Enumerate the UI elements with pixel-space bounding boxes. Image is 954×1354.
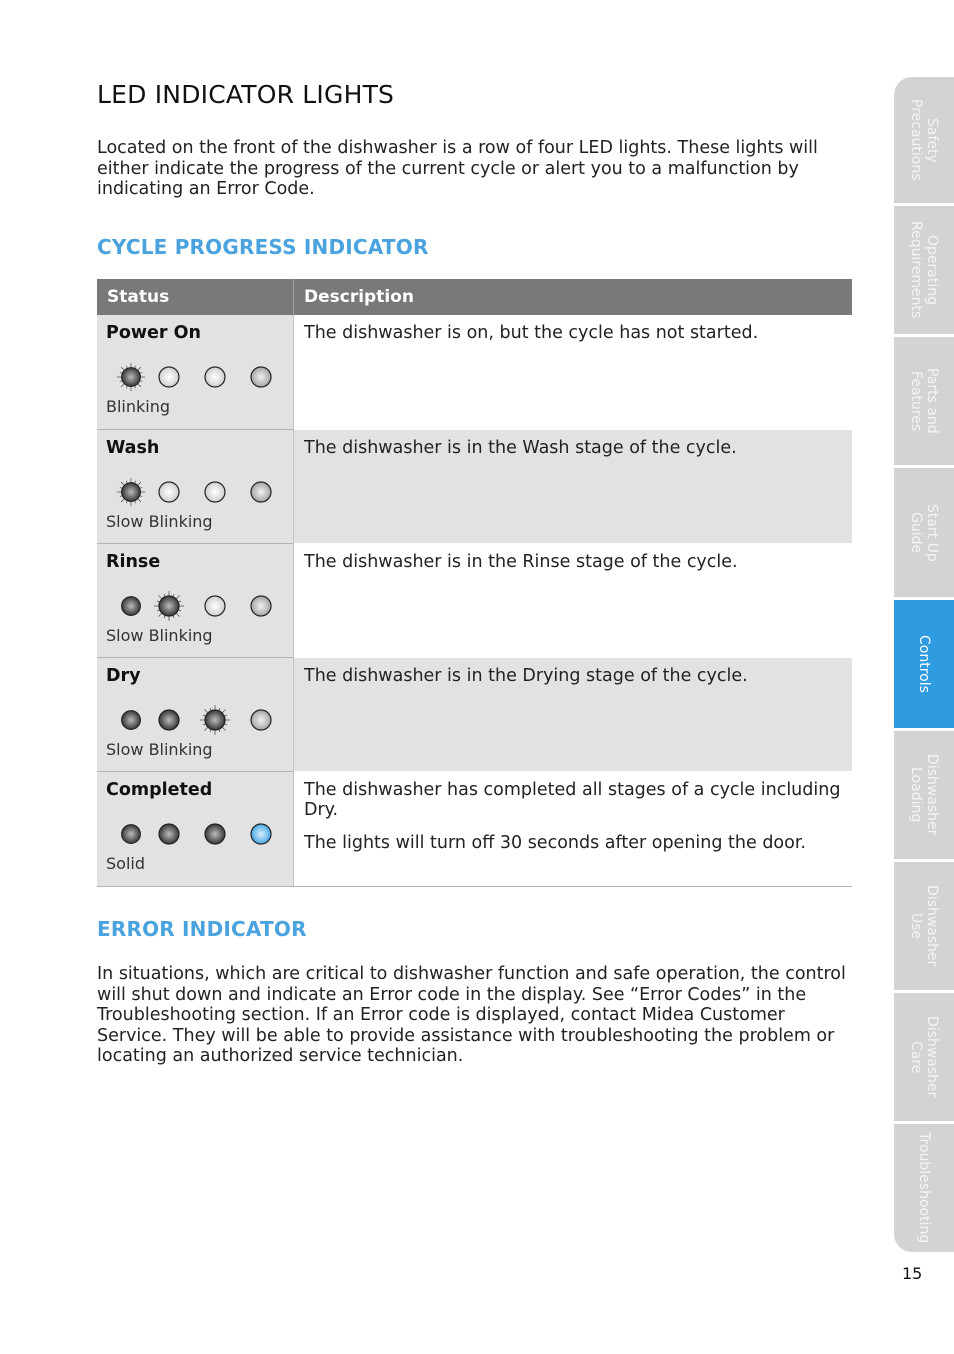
status-name: Power On — [106, 323, 201, 343]
tab-label: Dishwasher Loading — [908, 754, 940, 836]
led-mode-label: Blinking — [106, 397, 171, 416]
led-on-icon — [106, 822, 146, 846]
status-name: Rinse — [106, 551, 161, 572]
intro-paragraph: Located on the front of the dishwasher i… — [97, 138, 818, 199]
led-mode-label: Slow Blinking — [106, 739, 213, 759]
column-header-description: Description — [293, 279, 852, 315]
led-on-icon — [106, 708, 146, 732]
table-row: Power On Blinking The dishwasher is on, bu… — [97, 315, 852, 430]
led-on-icon — [146, 822, 192, 846]
tab-operating-requirements[interactable]: Operating Requirements — [894, 206, 954, 334]
status-cell: Power On Blinking — [97, 315, 294, 430]
led-on-icon — [106, 594, 146, 618]
led-off-icon — [238, 708, 284, 732]
led-on-icon — [146, 708, 192, 732]
led-row — [106, 590, 284, 621]
tab-dishwasher-loading[interactable]: Dishwasher Loading — [894, 731, 954, 859]
description-text: The dishwasher is on, but the cycle has … — [304, 323, 759, 343]
column-header-status: Status — [97, 279, 294, 315]
description-text: The lights will turn off 30 seconds afte… — [304, 832, 806, 853]
table-row: Completed Solid The dishwasher has complet… — [97, 771, 852, 887]
description-cell: The dishwasher is in the Drying stage of… — [293, 657, 852, 772]
tab-label: Safety Precautions — [908, 99, 940, 181]
cycle-progress-heading: CYCLE PROGRESS INDICATOR — [97, 235, 429, 259]
status-cell: Dry Slow Blinking — [97, 657, 294, 772]
status-name: Dry — [106, 665, 141, 686]
section-tabs: Safety Precautions Operating Requirements… — [894, 77, 954, 1255]
tab-label: Troubleshooting — [916, 1132, 932, 1244]
tab-start-up-guide[interactable]: Start Up Guide — [894, 468, 954, 597]
led-blue-icon — [238, 822, 284, 846]
description-cell: The dishwasher has completed all stages … — [293, 771, 852, 887]
led-mode-label: Slow Blinking — [106, 625, 213, 645]
status-cell: Rinse Slow Blinking — [97, 543, 294, 658]
table-header-row: Status Description — [97, 279, 852, 315]
tab-troubleshooting[interactable]: Troubleshooting — [894, 1124, 954, 1252]
led-mode-label: Solid — [106, 853, 145, 873]
description-cell: The dishwasher is on, but the cycle has … — [293, 315, 852, 430]
error-paragraph: In situations, which are critical to dis… — [97, 964, 846, 1066]
description-text: The dishwasher is in the Rinse stage of … — [304, 551, 738, 572]
table-row: Rinse Slow Blinking The dishwasher is in t… — [97, 543, 852, 658]
table-row: Dry Slow Blinking The dishwasher is in the… — [97, 657, 852, 772]
tab-label: Parts and Features — [908, 368, 940, 434]
led-off-icon — [192, 365, 238, 389]
led-off-icon — [146, 365, 192, 389]
description-cell: The dishwasher is in the Wash stage of t… — [293, 429, 852, 544]
led-off-icon — [238, 594, 284, 618]
led-mode-label: Slow Blinking — [106, 511, 213, 531]
tab-dishwasher-care[interactable]: Dishwasher Care — [894, 993, 954, 1121]
led-off-icon — [238, 480, 284, 504]
description-cell: The dishwasher is in the Rinse stage of … — [293, 543, 852, 658]
led-row — [106, 477, 284, 506]
tab-label: Controls — [916, 635, 932, 693]
page-title: LED INDICATOR LIGHTS — [97, 80, 395, 109]
status-name: Wash — [106, 437, 160, 458]
status-name: Completed — [106, 779, 213, 800]
tab-controls[interactable]: Controls — [894, 600, 954, 728]
table-row: Wash Slow Blinking The dishwasher is in th… — [97, 429, 852, 544]
tab-safety-precautions[interactable]: Safety Precautions — [894, 77, 954, 203]
status-cell: Wash Slow Blinking — [97, 429, 294, 544]
led-row — [106, 362, 284, 392]
cycle-progress-table: Status Description Power On Blinking The d… — [97, 279, 852, 887]
led-off-icon — [146, 480, 192, 504]
description-text: The dishwasher is in the Drying stage of… — [304, 665, 748, 686]
tab-label: Dishwasher Care — [908, 1016, 940, 1098]
status-cell: Completed Solid — [97, 771, 294, 887]
led-blinking-icon — [146, 590, 192, 621]
led-row — [106, 822, 284, 846]
error-indicator-heading: ERROR INDICATOR — [97, 917, 307, 941]
led-off-icon — [238, 365, 284, 389]
page-number: 15 — [902, 1264, 923, 1283]
led-on-icon — [192, 822, 238, 846]
led-row — [106, 704, 284, 735]
tab-label: Dishwasher Use — [908, 885, 940, 967]
tab-dishwasher-use[interactable]: Dishwasher Use — [894, 862, 954, 990]
led-off-icon — [192, 480, 238, 504]
led-blinking-icon — [192, 704, 238, 735]
led-blinking-icon — [106, 477, 146, 506]
description-text: The dishwasher is in the Wash stage of t… — [304, 437, 737, 458]
tab-label: Start Up Guide — [908, 503, 940, 562]
tab-parts-and-features[interactable]: Parts and Features — [894, 337, 954, 465]
tab-label: Operating Requirements — [908, 221, 940, 319]
description-text: The dishwasher has completed all stages … — [304, 779, 841, 820]
led-off-icon — [192, 594, 238, 618]
led-blinking-icon — [106, 362, 146, 392]
